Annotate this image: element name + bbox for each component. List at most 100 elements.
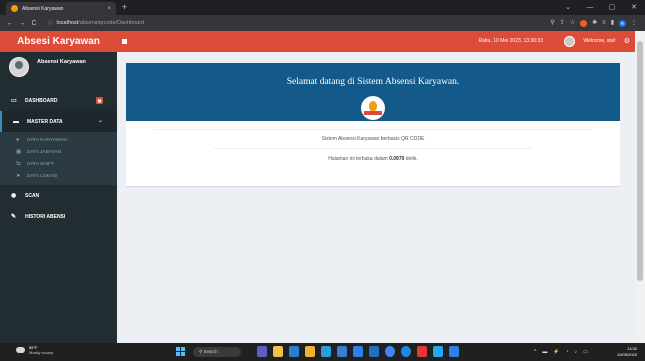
share-icon[interactable]: ⇪ bbox=[560, 20, 565, 26]
address-bar-row: ← → C ⓘ localhost /absensiqrcode/Dashboa… bbox=[0, 15, 645, 31]
sidebar-user-name: Absensi Karyawan bbox=[37, 59, 86, 65]
shift-icon: ⇆ bbox=[16, 161, 21, 167]
media-icon[interactable]: ≡ bbox=[602, 20, 606, 26]
location-icon: ➤ bbox=[16, 173, 21, 179]
dashboard-badge: ▣ bbox=[96, 97, 103, 104]
scroll-thumb[interactable] bbox=[637, 41, 643, 281]
sidebar-item-label: HISTORI ABENSI bbox=[25, 213, 66, 220]
tab-favicon-icon bbox=[11, 5, 18, 12]
extensions-puzzle-icon[interactable]: ✱ bbox=[592, 20, 597, 26]
back-button[interactable]: ← bbox=[4, 20, 16, 27]
sidebar-toggle-button[interactable] bbox=[122, 39, 127, 44]
taskbar-search-label: Search bbox=[203, 349, 218, 354]
new-tab-button[interactable]: + bbox=[122, 3, 127, 12]
chat-app-icon[interactable] bbox=[257, 346, 267, 357]
user-avatar[interactable] bbox=[564, 36, 575, 47]
weather-widget[interactable]: 85°F Mostly cloudy bbox=[16, 345, 53, 355]
sidebar-item-data-karyawan[interactable]: ● DATA KARYAWAN bbox=[0, 134, 117, 146]
system-description: Sistem Absensi Karyawan berbasis QR CODE bbox=[321, 136, 425, 142]
wifi-icon[interactable]: ◔ bbox=[566, 349, 569, 355]
app-logo-text: Absesi Karyawan bbox=[17, 36, 100, 47]
app-icon[interactable] bbox=[417, 346, 427, 357]
extension-icon[interactable] bbox=[580, 19, 588, 27]
clock-date: 10/05/2023 bbox=[616, 352, 637, 357]
camera-icon: ◉ bbox=[11, 193, 17, 199]
url-field[interactable]: ⓘ localhost /absensiqrcode/Dashboard bbox=[44, 18, 550, 29]
store-icon[interactable] bbox=[305, 346, 315, 357]
app-logo[interactable]: Absesi Karyawan bbox=[0, 31, 117, 52]
close-window-button[interactable]: ✕ bbox=[623, 0, 645, 15]
building-icon: ▦ bbox=[16, 149, 22, 155]
forward-button[interactable]: → bbox=[16, 20, 28, 27]
app-icon[interactable] bbox=[321, 346, 331, 357]
weather-text: 85°F Mostly cloudy bbox=[29, 345, 53, 355]
app-icon[interactable] bbox=[369, 346, 379, 357]
tab-close-icon[interactable]: × bbox=[107, 6, 111, 12]
tab-search-icon[interactable]: ⌄ bbox=[557, 0, 579, 15]
sidebar-item-dashboard[interactable]: ▭ DASHBOARD ▣ bbox=[0, 90, 117, 111]
sidebar-item-label: DATA LOKASI bbox=[27, 173, 58, 179]
tray-app-icon[interactable]: ▬ bbox=[542, 349, 547, 355]
site-info-icon[interactable]: ⓘ bbox=[48, 19, 54, 27]
windows-taskbar: 85°F Mostly cloudy ⚲ Search ^ ▬ ⚡ ◔ ♪ ▭ … bbox=[0, 343, 645, 361]
folder-icon: ▬ bbox=[13, 118, 19, 125]
reload-button[interactable]: C bbox=[28, 20, 40, 27]
sidebar-avatar bbox=[9, 57, 29, 77]
sidebar-item-data-jabatan[interactable]: ▦ DATA JABATAN bbox=[0, 146, 117, 158]
user-menu-label[interactable]: Welcome, staf bbox=[583, 31, 615, 52]
weather-description: Mostly cloudy bbox=[29, 350, 54, 355]
side-panel-icon[interactable]: ▮ bbox=[611, 20, 614, 26]
windows-start-icon[interactable] bbox=[176, 347, 186, 357]
maximize-button[interactable]: ▢ bbox=[601, 0, 623, 15]
welcome-banner: Selamat datang di Sistem Absensi Karyawa… bbox=[126, 63, 620, 121]
render-time-text: Halaman ini terbuka dalam 0.0970 detik. bbox=[126, 156, 620, 162]
sidebar-item-data-shift[interactable]: ⇆ DATA SHIFT bbox=[0, 158, 117, 170]
zoom-icon[interactable]: ⚲ bbox=[550, 20, 554, 26]
taskbar-clock[interactable]: 13:30 10/05/2023 bbox=[617, 346, 637, 358]
tray-overflow-icon[interactable]: ^ bbox=[534, 349, 536, 355]
sidebar-item-data-lokasi[interactable]: ➤ DATA LOKASI bbox=[0, 170, 117, 182]
page-title: Selamat datang di Sistem Absensi Karyawa… bbox=[286, 77, 460, 87]
url-host: localhost bbox=[56, 20, 79, 26]
sidebar-item-master-data[interactable]: ▬ MASTER DATA ⌄ bbox=[0, 111, 117, 132]
top-navbar: Rabu, 10 Mei 2023, 13:30:33 Welcome, sta… bbox=[117, 31, 635, 52]
taskbar-apps bbox=[257, 346, 459, 357]
page-scrollbar[interactable] bbox=[635, 31, 645, 343]
sidebar-item-scan[interactable]: ◉ SCAN bbox=[0, 185, 117, 206]
logo-ribbon-icon bbox=[364, 111, 382, 115]
app-icon[interactable] bbox=[289, 346, 299, 357]
sidebar-item-histori-absensi[interactable]: ✎ HISTORI ABENSI bbox=[0, 206, 117, 227]
render-time-value: 0.0970 bbox=[389, 156, 405, 162]
browser-toolbar-icons: ⚲ ⇪ ☆ ✱ ≡ ▮ R ⋮ bbox=[550, 19, 641, 27]
file-explorer-icon[interactable] bbox=[273, 346, 283, 357]
master-data-submenu: ● DATA KARYAWAN ▦ DATA JABATAN ⇆ DATA SH… bbox=[0, 132, 117, 185]
volume-icon[interactable]: ♪ bbox=[575, 349, 578, 355]
app-icon[interactable] bbox=[449, 346, 459, 357]
app-icon[interactable] bbox=[353, 346, 363, 357]
sidebar-item-label: DATA KARYAWAN bbox=[27, 137, 67, 143]
battery-icon[interactable]: ▭ bbox=[583, 349, 588, 355]
more-menu-icon[interactable]: ⋮ bbox=[631, 20, 637, 26]
sidebar-item-label: DATA JABATAN bbox=[27, 149, 62, 155]
system-tray: ^ ▬ ⚡ ◔ ♪ ▭ bbox=[534, 343, 588, 361]
sidebar-item-label: MASTER DATA bbox=[27, 118, 63, 125]
sidebar-user-panel: Absensi Karyawan bbox=[0, 52, 117, 90]
sidebar-item-label: DASHBOARD bbox=[25, 97, 58, 104]
gears-icon[interactable]: ⚙ bbox=[624, 31, 630, 52]
browser-tab[interactable]: Absensi Karyawan × bbox=[6, 2, 116, 15]
url-path: /absensiqrcode/Dashboard bbox=[78, 20, 144, 26]
profile-icon[interactable]: R bbox=[619, 19, 626, 27]
window-controls: ⌄ — ▢ ✕ bbox=[557, 0, 645, 15]
pencil-icon: ✎ bbox=[11, 214, 17, 220]
app-icon[interactable] bbox=[337, 346, 347, 357]
bookmark-star-icon[interactable]: ☆ bbox=[570, 20, 575, 26]
render-time-suffix: detik. bbox=[405, 156, 418, 162]
chrome-icon[interactable] bbox=[385, 346, 395, 357]
taskbar-search-input[interactable]: ⚲ Search bbox=[193, 347, 241, 357]
minimize-button[interactable]: — bbox=[579, 0, 601, 15]
app-icon[interactable] bbox=[401, 346, 411, 357]
sidebar-item-label: SCAN bbox=[25, 192, 40, 199]
render-time-prefix: Halaman ini terbuka dalam bbox=[328, 156, 388, 162]
vscode-icon[interactable] bbox=[433, 346, 443, 357]
tray-battery-icon[interactable]: ⚡ bbox=[553, 349, 559, 355]
